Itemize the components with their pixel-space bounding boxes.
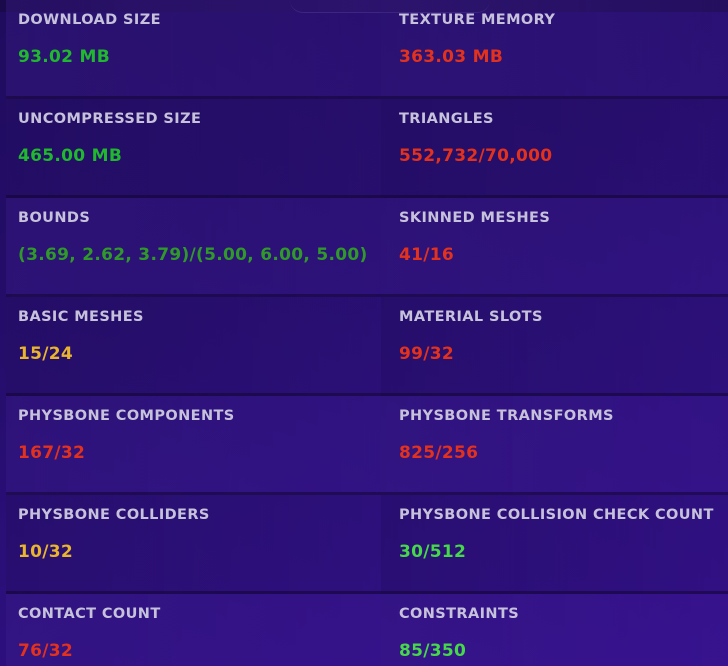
stat-label: BASIC MESHES (18, 309, 144, 325)
stat-contact-count: CONTACT COUNT 76/32 (6, 594, 381, 666)
stat-value: 465.00 MB (18, 146, 123, 166)
stat-label: BOUNDS (18, 210, 91, 226)
stat-constraints: CONSTRAINTS 85/350 (381, 594, 728, 666)
stat-value: 85/350 (399, 641, 467, 661)
stat-value: 825/256 (399, 443, 479, 463)
stat-skinned-meshes: SKINNED MESHES 41/16 (381, 198, 728, 297)
stat-value: 41/16 (399, 245, 455, 265)
stat-label: PHYSBONE COLLISION CHECK COUNT (399, 507, 714, 523)
stat-physbone-components: PHYSBONE COMPONENTS 167/32 (6, 396, 381, 495)
stat-basic-meshes: BASIC MESHES 15/24 (6, 297, 381, 396)
stat-physbone-collision-check-count: PHYSBONE COLLISION CHECK COUNT 30/512 (381, 495, 728, 594)
stat-value: 99/32 (399, 344, 455, 364)
stat-download-size: DOWNLOAD SIZE 93.02 MB (6, 0, 381, 99)
stat-label: PHYSBONE COLLIDERS (18, 507, 210, 523)
stat-label: CONSTRAINTS (399, 606, 520, 622)
stat-value: 552,732/70,000 (399, 146, 553, 166)
stats-grid: DOWNLOAD SIZE 93.02 MB TEXTURE MEMORY 36… (0, 0, 728, 666)
stat-value: 167/32 (18, 443, 86, 463)
stat-label: TRIANGLES (399, 111, 494, 127)
stat-value: (3.69, 2.62, 3.79)/(5.00, 6.00, 5.00) (18, 245, 368, 265)
stat-label: CONTACT COUNT (18, 606, 161, 622)
stat-label: UNCOMPRESSED SIZE (18, 111, 202, 127)
stat-value: 15/24 (18, 344, 74, 364)
stat-label: TEXTURE MEMORY (399, 12, 556, 28)
stat-value: 10/32 (18, 542, 74, 562)
stat-label: PHYSBONE COMPONENTS (18, 408, 235, 424)
stat-uncompressed-size: UNCOMPRESSED SIZE 465.00 MB (6, 99, 381, 198)
stat-physbone-colliders: PHYSBONE COLLIDERS 10/32 (6, 495, 381, 594)
stat-material-slots: MATERIAL SLOTS 99/32 (381, 297, 728, 396)
stat-label: MATERIAL SLOTS (399, 309, 543, 325)
stat-bounds: BOUNDS (3.69, 2.62, 3.79)/(5.00, 6.00, 5… (6, 198, 381, 297)
stat-value: 76/32 (18, 641, 74, 661)
stat-texture-memory: TEXTURE MEMORY 363.03 MB (381, 0, 728, 99)
stat-label: SKINNED MESHES (399, 210, 551, 226)
stat-triangles: TRIANGLES 552,732/70,000 (381, 99, 728, 198)
stat-label: PHYSBONE TRANSFORMS (399, 408, 614, 424)
stat-value: 93.02 MB (18, 47, 110, 67)
stat-value: 30/512 (399, 542, 467, 562)
stat-value: 363.03 MB (399, 47, 504, 67)
stat-physbone-transforms: PHYSBONE TRANSFORMS 825/256 (381, 396, 728, 495)
performance-stats-panel: DOWNLOAD SIZE 93.02 MB TEXTURE MEMORY 36… (0, 0, 728, 666)
stat-label: DOWNLOAD SIZE (18, 12, 161, 28)
